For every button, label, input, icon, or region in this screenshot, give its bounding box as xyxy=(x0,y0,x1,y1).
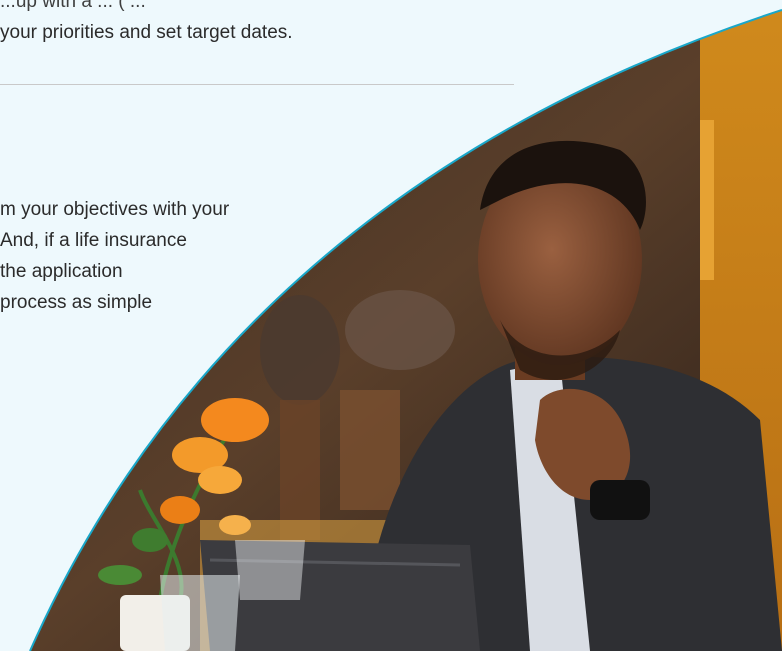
page: ...up with a ... ( ... your priorities a… xyxy=(0,0,782,651)
wine-glass xyxy=(160,575,240,651)
hero-photo xyxy=(0,0,782,651)
watch xyxy=(590,480,650,520)
photo-content xyxy=(30,10,782,651)
photo-illustration xyxy=(29,9,782,651)
